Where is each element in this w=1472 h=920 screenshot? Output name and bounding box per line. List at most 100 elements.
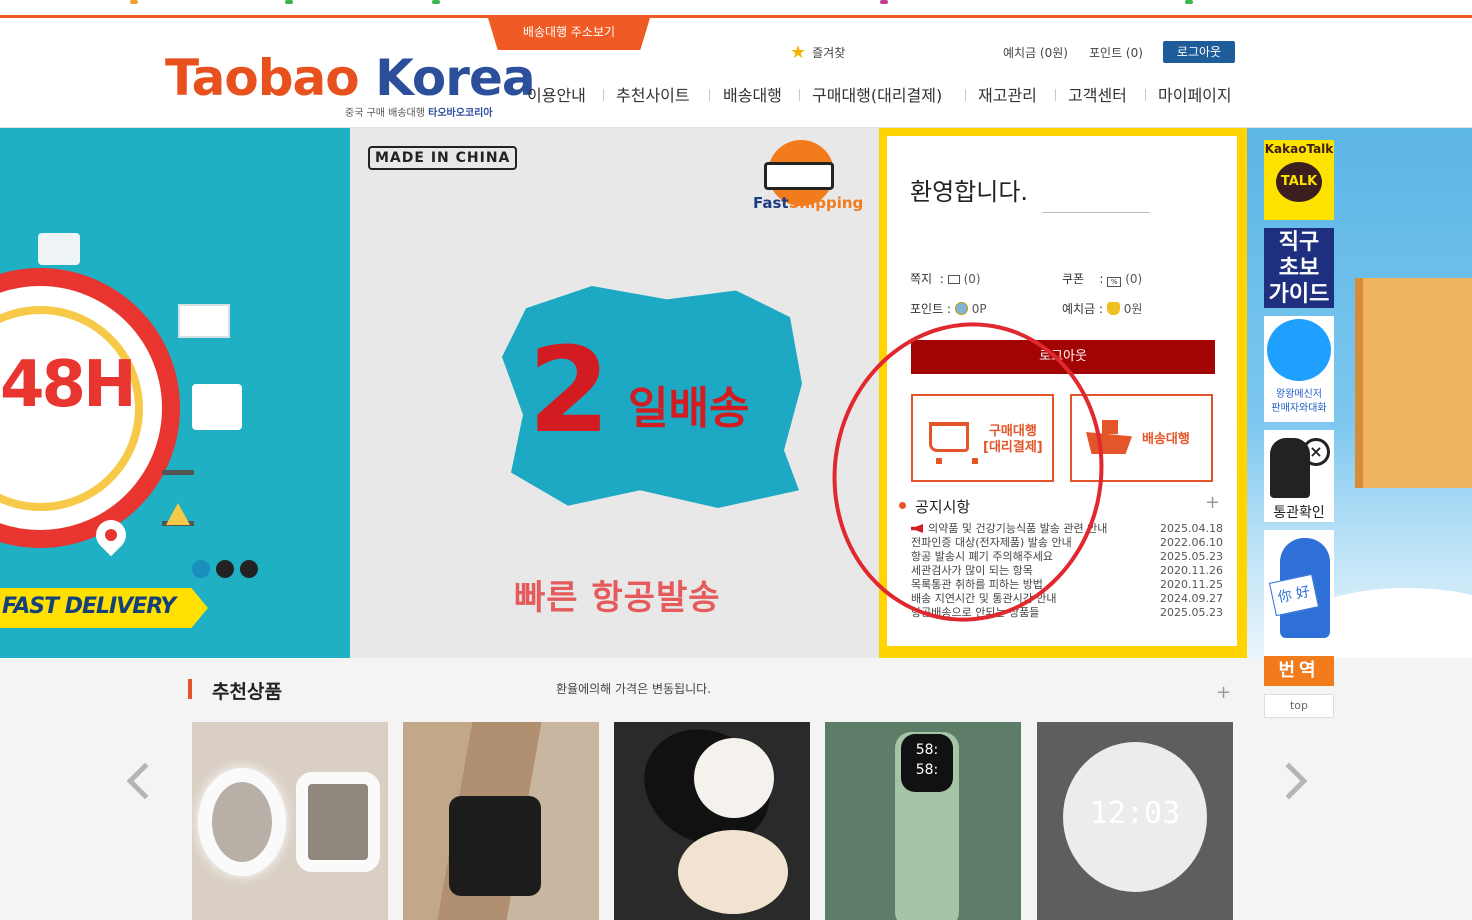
- nav-divider: [1055, 89, 1056, 101]
- exchange-rate-note: 환율에의해 가격은 변동됩니다.: [556, 682, 711, 696]
- nav-purchase-agent[interactable]: 구매대행(대리결제): [812, 82, 942, 106]
- made-in-china-badge: MADE IN CHINA: [368, 146, 518, 170]
- megaphone-icon: [911, 524, 923, 533]
- point-info[interactable]: 포인트 : 0P: [910, 300, 987, 317]
- nav-guide[interactable]: 이용안내: [527, 82, 586, 106]
- banner-day-number: 2: [528, 321, 611, 459]
- coupon-info[interactable]: 쿠폰 : % (0): [1062, 270, 1142, 287]
- purchase-agent-label: 구매대행 [대리결제]: [983, 424, 1043, 455]
- address-view-tab[interactable]: 배송대행 주소보기: [488, 18, 650, 50]
- hourglass-icon: [162, 470, 194, 526]
- kakaotalk-quick-link[interactable]: KakaoTalk TALK: [1264, 140, 1334, 220]
- kakao-talk-icon: TALK: [1276, 162, 1322, 202]
- favorites-link[interactable]: ★ 즐겨찾: [790, 40, 845, 64]
- notice-item[interactable]: 세관검사가 많이 되는 항목 2020.11.26: [911, 564, 1223, 578]
- fast-shipping-label: FastShipping: [753, 194, 864, 212]
- purchase-agent-button[interactable]: 구매대행 [대리결제]: [911, 394, 1054, 482]
- banner-2day-shipping[interactable]: MADE IN CHINA FastShipping 2 일배송 빠른 항공발송: [350, 128, 880, 658]
- notice-item[interactable]: 목록통관 취하를 피하는 방법 2020.11.25: [911, 578, 1223, 592]
- notice-list: 의약품 및 건강기능식품 발송 관련 안내 2025.04.18 전파인증 대상(…: [911, 522, 1223, 620]
- slider-dots: [192, 560, 258, 578]
- wangwang-messenger-link[interactable]: 왕왕메신저 판매자와대화: [1264, 316, 1334, 422]
- slider-dot-3[interactable]: [240, 560, 258, 578]
- x-mark-icon: ×: [1302, 438, 1330, 466]
- translate-link[interactable]: 你 好 번역: [1264, 530, 1334, 686]
- banner-caption: 빠른 항공발송: [514, 578, 721, 618]
- stopwatch-knob: [38, 233, 80, 265]
- round-mirror-image: [198, 768, 286, 876]
- ship-icon: [1086, 432, 1132, 454]
- cart-icon: [929, 422, 978, 464]
- nav-divider: [965, 89, 966, 101]
- logout-button[interactable]: 로그아웃: [911, 340, 1215, 374]
- customs-check-link[interactable]: × 통관확인: [1264, 430, 1334, 522]
- square-mirror-image: [296, 772, 380, 872]
- notice-title: 공지시항: [898, 498, 971, 516]
- cardboard-box-graphic: [1355, 278, 1472, 488]
- carousel-prev-arrow[interactable]: [126, 762, 164, 800]
- logo-wordmark: Taobao Korea: [165, 49, 536, 107]
- deposit-info[interactable]: 예치금 : 0원: [1062, 300, 1142, 317]
- loose-powder-image: [678, 830, 788, 914]
- nav-customer-center[interactable]: 고객센터: [1068, 82, 1127, 106]
- memo-envelope-icon: [947, 275, 960, 284]
- fast-delivery-tag: FAST DELIVERY: [0, 588, 208, 628]
- nav-mypage[interactable]: 마이페이지: [1158, 82, 1232, 106]
- slider-dot-2[interactable]: [216, 560, 234, 578]
- nav-divider: [1145, 89, 1146, 101]
- product-card-powder[interactable]: [614, 722, 810, 920]
- quilted-bag-image: [449, 796, 541, 896]
- product-card-handbag[interactable]: [403, 722, 599, 920]
- memo-info[interactable]: 쪽지 : (0): [910, 270, 981, 287]
- site-header: 배송대행 주소보기 Taobao Korea 중국 구매 배송대행 타오바오코리…: [0, 18, 1472, 128]
- site-logo[interactable]: Taobao Korea 중국 구매 배송대행 타오바오코리아: [165, 48, 536, 119]
- recommended-title: 추천상품: [212, 681, 282, 703]
- powder-puff-image: [694, 738, 774, 818]
- ship-cabin: [1102, 420, 1118, 434]
- recommended-more-button[interactable]: +: [1216, 682, 1231, 703]
- scroll-top-button[interactable]: top: [1264, 694, 1334, 718]
- banner-fast-delivery[interactable]: 48H FAST DELIVERY: [0, 128, 350, 658]
- logo-tagline: 중국 구매 배송대행 타오바오코리아: [345, 108, 493, 119]
- led-clock-image: 12:03: [1063, 742, 1207, 892]
- nav-shipping-agent[interactable]: 배송대행: [723, 82, 782, 106]
- welcome-title: 환영합니다.: [910, 178, 1029, 206]
- money-bag-icon: [1106, 302, 1120, 315]
- carousel-next-arrow[interactable]: [1270, 762, 1308, 800]
- product-card-clock[interactable]: 12:03: [1037, 722, 1233, 920]
- notice-item[interactable]: 전파인증 대상(전자제품) 발송 안내 2022.06.10: [911, 536, 1223, 550]
- notice-more-button[interactable]: +: [1205, 492, 1220, 513]
- beginner-guide-link[interactable]: 직구 초보 가이드: [1264, 228, 1334, 308]
- point-coin-icon: [954, 302, 968, 315]
- slider-dot-1[interactable]: [192, 560, 210, 578]
- star-icon: ★: [790, 41, 807, 63]
- banner-day-text: 일배송: [628, 383, 750, 434]
- welcome-underline: [1042, 212, 1150, 213]
- section-marker: [188, 679, 192, 699]
- top-strip: [0, 0, 1472, 18]
- shipping-agent-label: 배송대행: [1142, 432, 1190, 447]
- wangwang-icon: [1267, 319, 1331, 381]
- notice-item[interactable]: 항공배송으로 안되는 상품들 2025.05.23: [911, 606, 1223, 620]
- shipping-agent-button[interactable]: 배송대행: [1070, 394, 1213, 482]
- bottle-display: 58: 58:: [901, 734, 953, 792]
- envelope-icon: [178, 304, 230, 338]
- nav-divider: [709, 89, 710, 101]
- member-panel: 환영합니다. 쪽지 : (0) 쿠폰 : % (0) 포인트 : 0P 예치금 :…: [879, 128, 1247, 658]
- coupon-icon: %: [1107, 277, 1122, 287]
- truck-icon: [764, 162, 834, 190]
- product-card-mirror[interactable]: [192, 722, 388, 920]
- notice-item[interactable]: 항공 발송시 폐기 주의해주세요 2025.05.23: [911, 550, 1223, 564]
- logout-button-top[interactable]: 로그아웃: [1163, 41, 1235, 63]
- nav-divider: [799, 89, 800, 101]
- deposit-link[interactable]: 예치금 (0원): [1003, 40, 1068, 64]
- package-icon: [192, 384, 242, 430]
- nav-divider: [603, 89, 604, 101]
- banner-48h-text: 48H: [0, 348, 137, 422]
- nav-inventory[interactable]: 재고관리: [978, 82, 1037, 106]
- notice-item[interactable]: 의약품 및 건강기능식품 발송 관련 안내 2025.04.18: [911, 522, 1223, 536]
- nav-recommended-sites[interactable]: 추천사이트: [616, 82, 690, 106]
- product-card-tumbler[interactable]: 58: 58:: [825, 722, 1021, 920]
- points-link[interactable]: 포인트 (0): [1089, 40, 1143, 64]
- notice-item[interactable]: 배송 지연시간 및 통관시간 안내 2024.09.27: [911, 592, 1223, 606]
